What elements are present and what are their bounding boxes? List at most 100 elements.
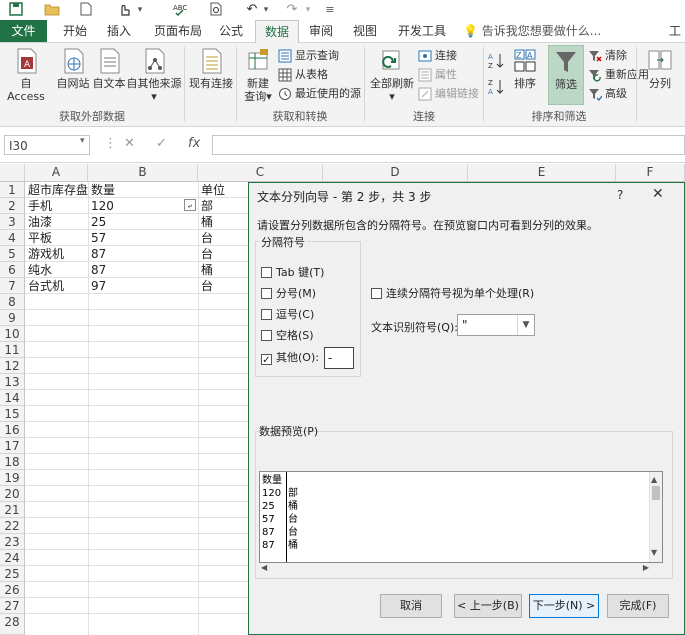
advanced-filter-button[interactable]: 高级: [588, 85, 627, 103]
undo-dropdown-icon[interactable]: ▾: [258, 2, 274, 18]
row-header[interactable]: 11: [0, 342, 25, 358]
next-button[interactable]: 下一步(N) >: [529, 594, 599, 618]
checkbox-box[interactable]: [261, 288, 272, 299]
enter-formula-button[interactable]: ✓: [156, 136, 167, 151]
checkbox-box[interactable]: [371, 288, 382, 299]
row-header[interactable]: 23: [0, 534, 25, 550]
cell-c6[interactable]: 桶: [201, 262, 246, 278]
tab-home[interactable]: 开始: [55, 20, 95, 42]
cell-a2[interactable]: 手机: [28, 198, 86, 214]
checkmark-icon[interactable]: ✓: [261, 354, 272, 366]
cell-b2[interactable]: 120: [91, 198, 181, 214]
help-button[interactable]: ?: [617, 188, 623, 202]
column-header-a[interactable]: A: [25, 164, 88, 181]
tell-me-search[interactable]: 💡 告诉我您想要做什么...: [463, 20, 623, 42]
cell-c4[interactable]: 台: [201, 230, 246, 246]
cell-a3[interactable]: 油漆: [28, 214, 86, 230]
row-header[interactable]: 21: [0, 502, 25, 518]
row-header[interactable]: 25: [0, 566, 25, 582]
preview-vertical-scrollbar[interactable]: ▲ ▼: [649, 472, 662, 562]
column-header-d[interactable]: D: [323, 164, 468, 181]
tab-data[interactable]: 数据: [255, 20, 299, 43]
finish-button[interactable]: 完成(F): [607, 594, 669, 618]
paste-options-icon[interactable]: ⤶: [184, 199, 196, 211]
row-header[interactable]: 1: [0, 182, 25, 198]
recent-sources-button[interactable]: 最近使用的源: [278, 85, 361, 103]
tab-review[interactable]: 审阅: [303, 20, 339, 42]
spelling-icon[interactable]: ABC: [172, 2, 188, 18]
row-header[interactable]: 13: [0, 374, 25, 390]
cell-a1[interactable]: 超市库存盘点: [28, 182, 88, 198]
row-header[interactable]: 2: [0, 198, 25, 214]
from-text-button[interactable]: 自文本: [90, 47, 128, 90]
row-header[interactable]: 14: [0, 390, 25, 406]
from-other-sources-button[interactable]: 自其他来源 ▾: [126, 47, 182, 103]
semicolon-delimiter-checkbox[interactable]: 分号(M): [261, 286, 316, 302]
sort-descending-button[interactable]: ZA: [487, 77, 507, 100]
text-qualifier-select[interactable]: " ▼: [457, 314, 535, 336]
cell-c3[interactable]: 桶: [201, 214, 246, 230]
cell-b1[interactable]: 数量: [91, 182, 191, 198]
row-header[interactable]: 3: [0, 214, 25, 230]
from-table-button[interactable]: 从表格: [278, 66, 328, 84]
cell-b5[interactable]: 87: [91, 246, 191, 262]
cell-c1[interactable]: 单位: [201, 182, 246, 198]
cell-b4[interactable]: 57: [91, 230, 191, 246]
row-header[interactable]: 27: [0, 598, 25, 614]
scroll-left-icon[interactable]: ◀: [261, 563, 267, 572]
back-button[interactable]: < 上一步(B): [454, 594, 522, 618]
tab-formulas[interactable]: 公式: [213, 20, 249, 42]
show-queries-button[interactable]: 显示查询: [278, 47, 339, 65]
text-to-columns-button[interactable]: 分列: [640, 47, 680, 90]
row-header[interactable]: 7: [0, 278, 25, 294]
tab-developer[interactable]: 开发工具: [394, 20, 450, 42]
preview-horizontal-scrollbar[interactable]: ◀ ▶: [259, 563, 663, 575]
column-break-line[interactable]: [286, 472, 287, 562]
sort-ascending-button[interactable]: AZ: [487, 51, 507, 74]
checkbox-box[interactable]: [261, 309, 272, 320]
filter-button[interactable]: 筛选: [548, 45, 584, 105]
other-delimiter-input[interactable]: -: [324, 347, 354, 369]
row-header[interactable]: 18: [0, 454, 25, 470]
cell-a4[interactable]: 平板: [28, 230, 86, 246]
sort-button[interactable]: ZA 排序: [509, 47, 541, 90]
row-header[interactable]: 19: [0, 470, 25, 486]
formula-input[interactable]: [212, 135, 685, 155]
cell-b7[interactable]: 97: [91, 278, 191, 294]
cell-c5[interactable]: 台: [201, 246, 246, 262]
cancel-formula-button[interactable]: ✕: [124, 136, 135, 151]
row-header[interactable]: 28: [0, 614, 25, 635]
cell-a6[interactable]: 纯水: [28, 262, 86, 278]
row-header[interactable]: 17: [0, 438, 25, 454]
row-header[interactable]: 12: [0, 358, 25, 374]
scroll-down-icon[interactable]: ▼: [651, 548, 657, 557]
tab-page-layout[interactable]: 页面布局: [146, 20, 210, 42]
qat-dropdown-icon[interactable]: ▾: [132, 2, 148, 18]
row-header[interactable]: 22: [0, 518, 25, 534]
other-delimiter-checkbox[interactable]: ✓ 其他(O):: [261, 350, 319, 366]
consecutive-delimiters-checkbox[interactable]: 连续分隔符号视为单个处理(R): [371, 285, 534, 301]
from-access-button[interactable]: A 自 Access: [2, 47, 50, 103]
tab-delimiter-checkbox[interactable]: Tab 键(T): [261, 265, 324, 281]
refresh-all-button[interactable]: 全部刷新▾: [368, 47, 416, 103]
row-header[interactable]: 26: [0, 582, 25, 598]
row-header[interactable]: 6: [0, 262, 25, 278]
tab-view[interactable]: 视图: [347, 20, 383, 42]
cell-b6[interactable]: 87: [91, 262, 191, 278]
row-header[interactable]: 16: [0, 422, 25, 438]
customize-qat-icon[interactable]: ≡: [322, 2, 338, 18]
cell-b3[interactable]: 25: [91, 214, 191, 230]
open-folder-icon[interactable]: [44, 2, 60, 18]
select-all-corner[interactable]: [0, 164, 25, 181]
connections-button[interactable]: 连接: [418, 47, 457, 65]
from-web-button[interactable]: 自网站: [54, 47, 92, 90]
tab-file[interactable]: 文件: [0, 20, 47, 42]
row-header[interactable]: 8: [0, 294, 25, 310]
cell-c2[interactable]: 部: [201, 198, 246, 214]
edit-links-button[interactable]: 编辑链接: [418, 85, 479, 103]
properties-button[interactable]: 属性: [418, 66, 457, 84]
cell-a5[interactable]: 游戏机: [28, 246, 86, 262]
row-header[interactable]: 15: [0, 406, 25, 422]
print-preview-icon[interactable]: [208, 2, 224, 18]
close-button[interactable]: ✕: [652, 186, 664, 202]
